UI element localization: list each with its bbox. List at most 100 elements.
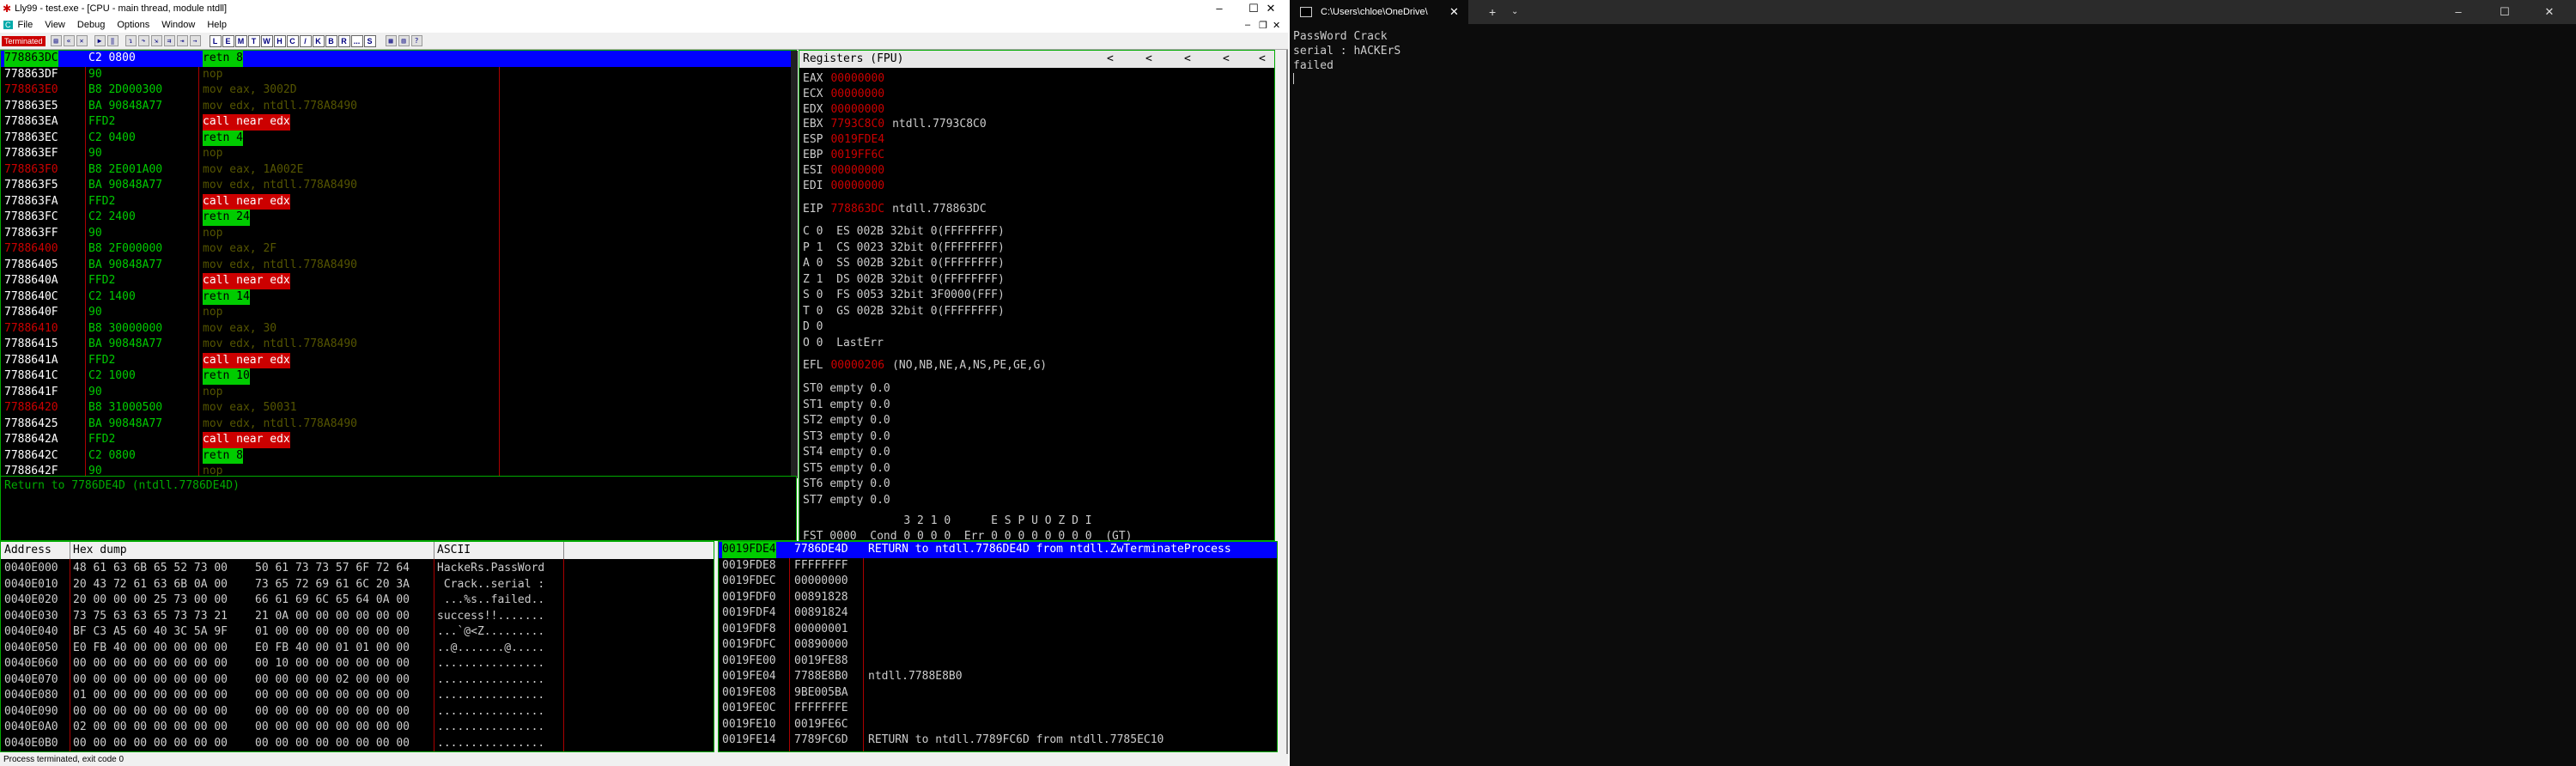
toolbar-memory-button[interactable]: M bbox=[234, 34, 247, 47]
register-row[interactable]: EIP 778863DC ntdll.778863DC bbox=[803, 202, 987, 216]
close-process-icon[interactable]: ✕ bbox=[76, 35, 88, 46]
flag-row[interactable]: P 1 CS 0023 32bit 0(FFFFFFFF) bbox=[803, 240, 1005, 255]
disasm-row[interactable]: 77886415 BA 90848A77 mov edx, ntdll.778A84… bbox=[1, 337, 791, 353]
disasm-row[interactable]: 778863F0 B8 2E001A00 mov eax, 1A002E bbox=[1, 162, 791, 179]
disasm-row[interactable]: 7788640F 90 nop bbox=[1, 305, 791, 321]
stack-row[interactable]: 0019FDE4 7786DE4D RETURN to ntdll.7786DE4D… bbox=[719, 542, 1277, 558]
toolbar-patches-button[interactable]: / bbox=[299, 34, 312, 47]
dump-row[interactable]: 0040E040 BF C3 A5 60 40 3C 5A 9F 01 00 00 … bbox=[1, 624, 714, 641]
stack-row[interactable]: 0019FE00 0019FE88 bbox=[719, 654, 1277, 670]
disasm-row[interactable]: 7788641F 90 nop bbox=[1, 385, 791, 401]
stack-row[interactable]: 0019FE04 7788E8B0 ntdll.7788E8B0 bbox=[719, 669, 1277, 685]
goto-icon[interactable]: → bbox=[189, 35, 201, 46]
stack-row[interactable]: 0019FDF8 00000001 bbox=[719, 622, 1277, 638]
register-row[interactable]: EAX 00000000 bbox=[803, 71, 892, 86]
flag-row[interactable]: A 0 SS 002B 32bit 0(FFFFFFFF) bbox=[803, 256, 1005, 271]
register-row[interactable]: EDI 00000000 bbox=[803, 179, 892, 193]
maximize-icon[interactable]: ☐ bbox=[2485, 0, 2524, 24]
disassembly-pane[interactable]: 778863DC C2 0800 retn 8 778863DF 90 nop 778863… bbox=[0, 50, 798, 479]
disasm-row[interactable]: 778863FF 90 nop bbox=[1, 226, 791, 242]
register-row[interactable]: ECX 00000000 bbox=[803, 87, 892, 101]
dump-row[interactable]: 0040E060 00 00 00 00 00 00 00 00 00 10 00 … bbox=[1, 656, 714, 672]
fpu-row[interactable]: ST4 empty 0.0 bbox=[803, 445, 890, 459]
registers-header[interactable]: Registers (FPU) < < < < < bbox=[799, 51, 1274, 68]
fpu-row[interactable]: ST0 empty 0.0 bbox=[803, 381, 890, 396]
flag-row[interactable]: C 0 ES 002B 32bit 0(FFFFFFFF) bbox=[803, 224, 1005, 239]
options-icon[interactable]: ▥ bbox=[398, 35, 410, 46]
dump-row[interactable]: 0040E010 20 43 72 61 63 6B 0A 00 73 65 72 … bbox=[1, 577, 714, 593]
disasm-row[interactable]: 77886425 BA 90848A77 mov edx, ntdll.778A84… bbox=[1, 416, 791, 433]
register-row[interactable]: EBX 7793C8C0 ntdll.7793C8C0 bbox=[803, 117, 987, 131]
help-icon[interactable]: ? bbox=[410, 35, 422, 46]
disasm-row[interactable]: 778863DC C2 0800 retn 8 bbox=[1, 51, 791, 67]
menu-file[interactable]: File bbox=[18, 20, 33, 30]
toolbar-callstack-button[interactable]: K bbox=[312, 34, 325, 47]
nav-left-icon[interactable]: < bbox=[1145, 51, 1152, 68]
disasm-row[interactable]: 778863E5 BA 90848A77 mov edx, ntdll.778A84… bbox=[1, 99, 791, 115]
fpu-row[interactable]: ST3 empty 0.0 bbox=[803, 429, 890, 444]
close-icon[interactable]: ✕ bbox=[2530, 0, 2569, 24]
disasm-row[interactable]: 778863FA FFD2 call near edx bbox=[1, 193, 791, 210]
dump-row[interactable]: 0040E090 00 00 00 00 00 00 00 00 00 00 00 … bbox=[1, 704, 714, 720]
flag-row[interactable]: Z 1 DS 002B 32bit 0(FFFFFFFF) bbox=[803, 272, 1005, 287]
menu-help[interactable]: Help bbox=[207, 20, 227, 30]
mdi-close-icon[interactable]: ✕ bbox=[1273, 20, 1280, 31]
disasm-row[interactable]: 7788640C C2 1400 retn 14 bbox=[1, 289, 791, 305]
toolbar-log-button[interactable]: L bbox=[209, 34, 222, 47]
disasm-row[interactable]: 778863FC C2 2400 retn 24 bbox=[1, 210, 791, 226]
stack-row[interactable]: 0019FE14 7789FC6D RETURN to ntdll.7789FC6D… bbox=[719, 733, 1277, 749]
stack-row[interactable]: 0019FDEC 00000000 bbox=[719, 574, 1277, 590]
menu-view[interactable]: View bbox=[45, 20, 65, 30]
step-over-icon[interactable]: ↷ bbox=[137, 35, 149, 46]
toolbar-handles-button[interactable]: H bbox=[273, 34, 286, 47]
toolbar-cpu-button[interactable]: C bbox=[286, 34, 299, 47]
nav-left-icon[interactable]: < bbox=[1259, 51, 1266, 68]
register-row[interactable]: ESI 00000000 bbox=[803, 163, 892, 178]
restart-icon[interactable]: « bbox=[63, 35, 75, 46]
disasm-row[interactable]: 778863EF 90 nop bbox=[1, 146, 791, 162]
pause-icon[interactable]: ‖ bbox=[106, 35, 118, 46]
step-into-icon[interactable]: ↴ bbox=[125, 35, 137, 46]
toolbar-references-button[interactable]: R bbox=[337, 34, 350, 47]
disassembly-scrollbar[interactable] bbox=[791, 51, 798, 478]
disasm-row[interactable]: 77886410 B8 30000000 mov eax, 30 bbox=[1, 321, 791, 337]
close-icon[interactable]: ✕ bbox=[1254, 0, 1288, 17]
appearance-icon[interactable]: ▦ bbox=[385, 35, 397, 46]
flag-row[interactable]: S 0 FS 0053 32bit 3F0000(FFF) bbox=[803, 288, 1005, 302]
dump-row[interactable]: 0040E0B0 00 00 00 00 00 00 00 00 00 00 00 … bbox=[1, 736, 714, 752]
registers-pane[interactable]: Registers (FPU) < < < < < EAX 00000000 ECX… bbox=[799, 50, 1275, 543]
execute-till-return-icon[interactable]: ⇥ bbox=[176, 35, 188, 46]
fpu-row[interactable]: ST5 empty 0.0 bbox=[803, 461, 890, 476]
disasm-row[interactable]: 778863E0 B8 2D000300 mov eax, 3002D bbox=[1, 82, 791, 99]
disasm-row[interactable]: 778863EC C2 0400 retn 4 bbox=[1, 130, 791, 146]
dump-row[interactable]: 0040E000 48 61 63 6B 65 52 73 00 50 61 73 … bbox=[1, 561, 714, 577]
toolbar-windows-button[interactable]: W bbox=[260, 34, 273, 47]
stack-row[interactable]: 0019FDE8 FFFFFFFF bbox=[719, 558, 1277, 574]
open-icon[interactable]: ▤ bbox=[50, 35, 62, 46]
nav-left-icon[interactable]: < bbox=[1223, 51, 1230, 68]
register-row[interactable]: EDX 00000000 bbox=[803, 102, 892, 117]
nav-left-icon[interactable]: < bbox=[1184, 51, 1191, 68]
fpu-row[interactable]: ST7 empty 0.0 bbox=[803, 493, 890, 508]
register-row[interactable]: ESP 0019FDE4 bbox=[803, 132, 892, 147]
stack-row[interactable]: 0019FDFC 00890000 bbox=[719, 637, 1277, 654]
disasm-row[interactable]: 778863DF 90 nop bbox=[1, 67, 791, 83]
menu-options[interactable]: Options bbox=[117, 20, 149, 30]
dump-row[interactable]: 0040E050 E0 FB 40 00 00 00 00 00 E0 FB 40 … bbox=[1, 641, 714, 657]
disasm-row[interactable]: 7788640A FFD2 call near edx bbox=[1, 273, 791, 289]
menu-window[interactable]: Window bbox=[161, 20, 195, 30]
disasm-row[interactable]: 7788641C C2 1000 retn 10 bbox=[1, 368, 791, 385]
disasm-row[interactable]: 77886400 B8 2F000000 mov eax, 2F bbox=[1, 241, 791, 258]
minimize-icon[interactable]: – bbox=[1202, 0, 1236, 17]
dump-col-hex[interactable]: Hex dump bbox=[73, 542, 127, 559]
terminal-tab[interactable]: C:\Users\chloe\OneDrive\ ✕ bbox=[1290, 0, 1468, 24]
trace-into-icon[interactable]: ⇲ bbox=[150, 35, 162, 46]
disasm-row[interactable]: 778863EA FFD2 call near edx bbox=[1, 114, 791, 131]
disasm-row[interactable]: 7788641A FFD2 call near edx bbox=[1, 352, 791, 368]
new-tab-icon[interactable]: + bbox=[1489, 0, 1496, 24]
menu-debug[interactable]: Debug bbox=[77, 20, 105, 30]
terminal-output[interactable]: PassWord Crack serial : hACKErS failed bbox=[1293, 29, 1400, 88]
stack-row[interactable]: 0019FE08 9BE005BA bbox=[719, 685, 1277, 702]
disasm-row[interactable]: 77886420 B8 31000500 mov eax, 50031 bbox=[1, 400, 791, 416]
flag-row[interactable]: O 0 LastErr bbox=[803, 336, 884, 350]
